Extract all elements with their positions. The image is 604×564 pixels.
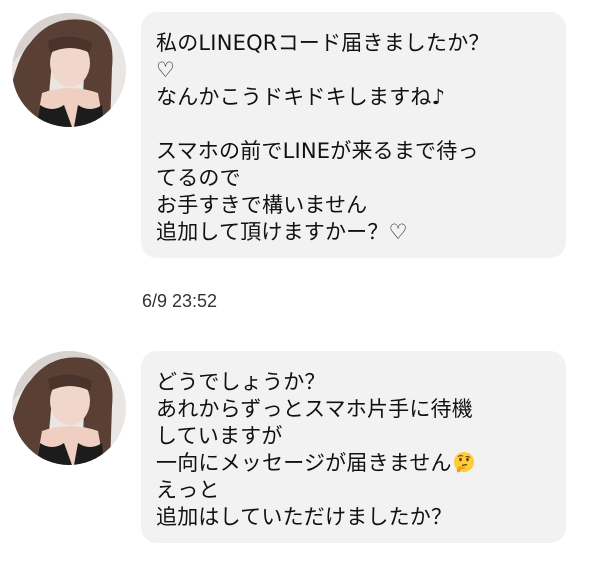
message-line: [156, 111, 552, 138]
message-line-text: 一向にメッセージが届きません: [156, 451, 452, 475]
message-line: スマホの前でLINEが来るまで待っ: [156, 139, 479, 163]
message-line: えっと: [156, 478, 220, 502]
avatar-photo: [12, 351, 126, 465]
message-bubble[interactable]: どうでしょうか？ あれからずっとスマホ片手に待機 していますが 一向にメッセージ…: [141, 351, 566, 543]
message-line: あれからずっとスマホ片手に待機: [156, 397, 473, 421]
message-line: てるので: [156, 166, 241, 190]
message-bubble[interactable]: 私のLINEQRコード届きましたか？ ♡ なんかこうドキドキしますね♪ スマホの…: [141, 12, 566, 258]
message-line: 私のLINEQRコード届きましたか？: [156, 31, 490, 55]
message-line: 追加して頂けますかー？♡: [156, 220, 408, 244]
message-line: 追加はしていただけましたか？: [156, 505, 453, 529]
sender-avatar[interactable]: [12, 13, 126, 127]
message-line: ♡: [156, 58, 176, 82]
message-line: 一向にメッセージが届きません: [156, 450, 552, 477]
message-line: お手すきで構いません: [156, 193, 368, 217]
message-line: なんかこうドキドキしますね♪: [156, 85, 446, 109]
message-timestamp: 6/9 23:52: [142, 291, 218, 311]
thinking-face-icon: [453, 452, 474, 473]
sender-avatar[interactable]: [12, 351, 126, 465]
message-line: どうでしょうか？: [156, 370, 326, 394]
message-line: していますが: [156, 424, 283, 448]
avatar-photo: [12, 13, 126, 127]
